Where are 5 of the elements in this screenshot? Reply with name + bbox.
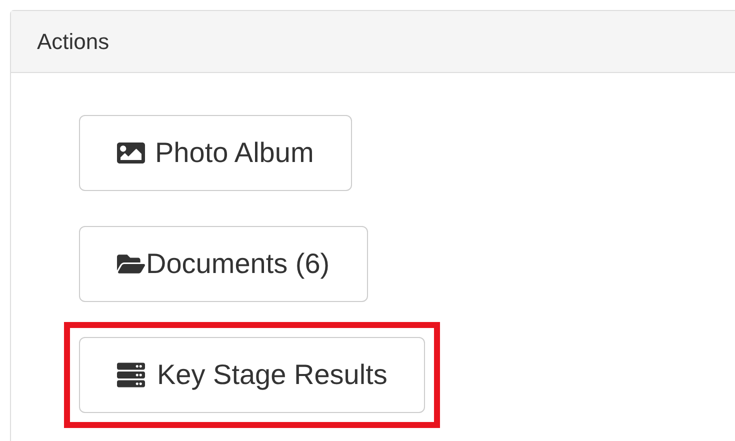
action-button[interactable]: Key Stage Results [79,337,426,413]
server-icon [117,361,145,389]
panel-title: Actions [37,28,110,56]
action-button[interactable]: Documents (6) [79,226,368,302]
action-button[interactable]: Photo Album [79,115,352,191]
